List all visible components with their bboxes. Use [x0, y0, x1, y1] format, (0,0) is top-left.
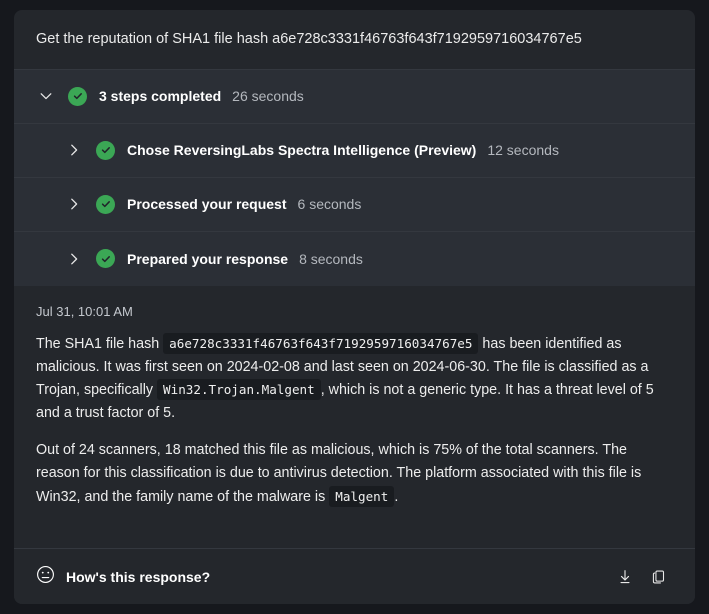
neutral-face-icon: [36, 565, 55, 589]
paragraph-2-text-2: .: [394, 488, 399, 505]
answer-timestamp: Jul 31, 10:01 AM: [36, 303, 133, 319]
step-title: Processed your request: [127, 196, 287, 213]
response-card: Get the reputation of SHA1 file hash a6e…: [14, 10, 695, 604]
malware-family-code: Malgent: [329, 485, 395, 507]
answer-paragraph-2: Out of 24 scanners, 18 matched this file…: [36, 439, 673, 508]
check-circle-icon: [68, 86, 87, 106]
steps-summary-duration: 26 seconds: [232, 88, 304, 105]
step-duration: 6 seconds: [297, 196, 362, 213]
answer-body: Jul 31, 10:01 AM The SHA1 file hash a6e7…: [14, 285, 695, 548]
check-circle-icon: [96, 140, 115, 160]
steps-summary-title: 3 steps completed: [99, 88, 222, 105]
step-row[interactable]: Prepared your response 8 seconds: [14, 232, 695, 286]
chevron-right-icon[interactable]: [64, 249, 84, 269]
download-icon: [616, 568, 634, 586]
check-circle-icon: [96, 249, 115, 269]
feedback-label: How's this response?: [66, 568, 211, 585]
response-footer: How's this response?: [14, 548, 695, 604]
chevron-down-icon[interactable]: [36, 86, 56, 106]
feedback-button[interactable]: How's this response?: [36, 565, 210, 589]
copy-button[interactable]: [645, 563, 673, 591]
step-duration: 8 seconds: [299, 250, 363, 267]
answer-paragraph-1: The SHA1 file hash a6e728c3331f46763f643…: [36, 332, 673, 426]
chevron-right-icon[interactable]: [64, 140, 84, 160]
step-duration: 12 seconds: [487, 142, 559, 159]
file-hash-code: a6e728c3331f46763f643f7192959716034767e5: [163, 332, 479, 354]
steps-summary-row[interactable]: 3 steps completed 26 seconds: [14, 70, 695, 124]
chevron-right-icon[interactable]: [64, 194, 84, 214]
step-row[interactable]: Processed your request 6 seconds: [14, 178, 695, 232]
prompt-text: Get the reputation of SHA1 file hash a6e…: [14, 10, 695, 70]
paragraph-1-text-1: The SHA1 file hash: [36, 335, 164, 352]
step-title: Prepared your response: [127, 250, 289, 267]
steps-section: 3 steps completed 26 seconds Chose Rever…: [14, 69, 695, 286]
copy-icon: [650, 568, 668, 586]
download-button[interactable]: [611, 563, 639, 591]
check-circle-icon: [96, 194, 115, 214]
malware-classification-code: Win32.Trojan.Malgent: [157, 378, 321, 400]
step-title: Chose ReversingLabs Spectra Intelligence…: [127, 142, 477, 159]
step-row[interactable]: Chose ReversingLabs Spectra Intelligence…: [14, 124, 695, 178]
